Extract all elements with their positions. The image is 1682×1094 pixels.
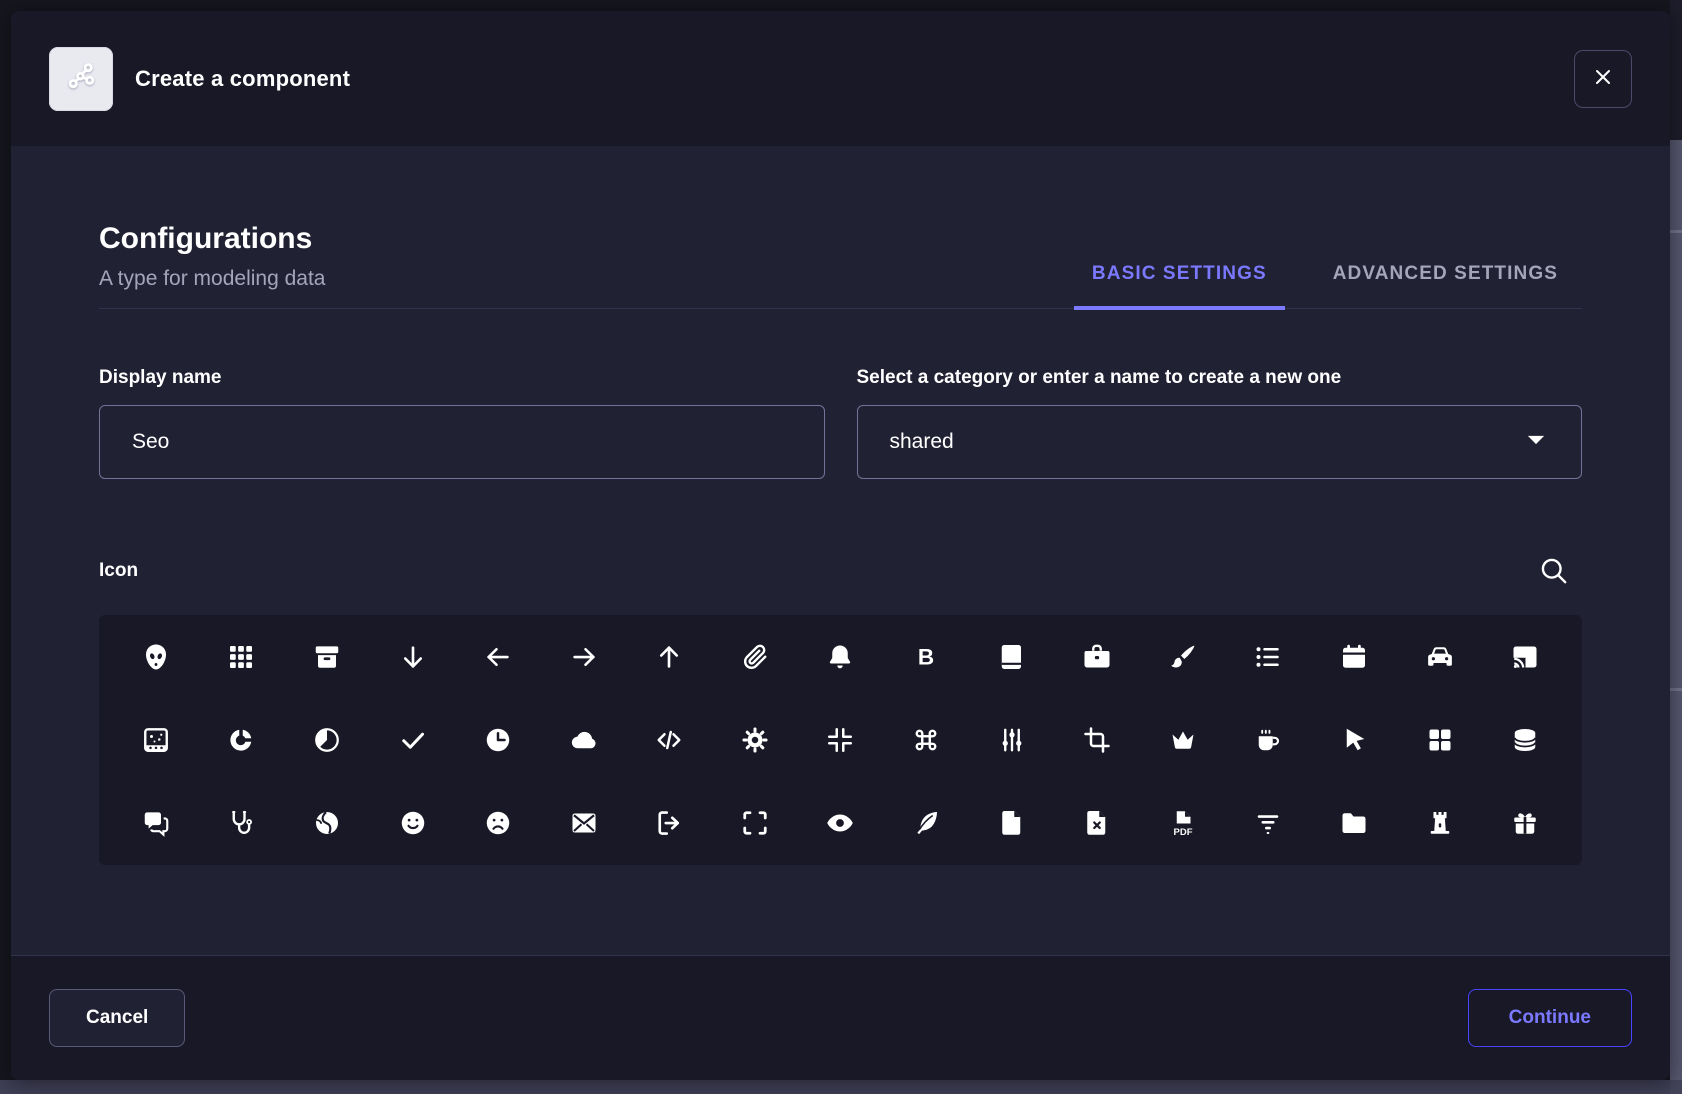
icon-feather[interactable] [904, 801, 948, 845]
icon-section-label: Icon [99, 560, 138, 582]
page-behind-right-strip [1670, 0, 1682, 1094]
icon-cloud[interactable] [562, 718, 606, 762]
modal-body: Configurations A type for modeling data … [11, 146, 1670, 955]
icon-crop[interactable] [1075, 718, 1119, 762]
category-field: Select a category or enter a name to cre… [857, 367, 1583, 479]
icon-discuss[interactable] [134, 801, 178, 845]
close-button[interactable] [1574, 50, 1632, 108]
tab-advanced-settings[interactable]: ADVANCED SETTINGS [1315, 263, 1576, 310]
icon-eye[interactable] [818, 801, 862, 845]
component-icon-tile [49, 47, 113, 111]
icon-gift[interactable] [1503, 801, 1547, 845]
component-icon [63, 58, 99, 99]
tab-basic-settings[interactable]: BASIC SETTINGS [1074, 263, 1285, 310]
icon-envelop[interactable] [562, 801, 606, 845]
svg-text:PDF: PDF [1173, 827, 1192, 838]
icon-archive[interactable] [305, 635, 349, 679]
modal-header: Create a component [11, 11, 1670, 146]
category-select-value: shared [890, 430, 1524, 454]
cancel-button[interactable]: Cancel [49, 989, 185, 1047]
icon-emotion-happy[interactable] [391, 801, 435, 845]
icon-cup[interactable] [1246, 718, 1290, 762]
section-header-row: Configurations A type for modeling data … [99, 222, 1582, 309]
category-label: Select a category or enter a name to cre… [857, 367, 1583, 389]
display-name-label: Display name [99, 367, 825, 389]
icon-arrow-right[interactable] [562, 635, 606, 679]
create-component-modal: Create a component Configurations A type… [11, 11, 1670, 1080]
icon-cast[interactable] [1503, 635, 1547, 679]
icon-bell[interactable] [818, 635, 862, 679]
icon-file-error[interactable] [1075, 801, 1119, 845]
page-subtitle: A type for modeling data [99, 264, 325, 294]
icon-folder[interactable] [1332, 801, 1376, 845]
search-icon-button[interactable] [1538, 555, 1570, 587]
icon-collapse[interactable] [818, 718, 862, 762]
icon-chart-circle[interactable] [219, 718, 263, 762]
icon-attachment[interactable] [733, 635, 777, 679]
icon-database[interactable] [1503, 718, 1547, 762]
icon-alien[interactable] [134, 635, 178, 679]
icon-chart-bubble[interactable] [134, 718, 178, 762]
chevron-down-icon [1523, 427, 1549, 458]
icon-arrow-up[interactable] [647, 635, 691, 679]
page-behind-segment [1670, 1080, 1682, 1094]
page-behind-divider [1670, 230, 1682, 233]
icon-emotion-unhappy[interactable] [476, 801, 520, 845]
page-behind-divider [1670, 688, 1682, 691]
icon-bullet-list[interactable] [1246, 635, 1290, 679]
modal-footer: Cancel Continue [11, 955, 1670, 1080]
icon-filter[interactable] [1246, 801, 1290, 845]
icon-code[interactable] [647, 718, 691, 762]
svg-text:B: B [918, 644, 934, 669]
icon-connector[interactable] [990, 718, 1034, 762]
display-name-input[interactable] [99, 405, 825, 479]
icon-briefcase[interactable] [1075, 635, 1119, 679]
icon-arrow-down[interactable] [391, 635, 435, 679]
icon-file[interactable] [990, 801, 1034, 845]
close-icon [1591, 65, 1615, 92]
icon-expand[interactable] [733, 801, 777, 845]
icon-cursor[interactable] [1332, 718, 1376, 762]
page-behind-segment [1670, 0, 1682, 140]
icon-dashboard[interactable] [1418, 718, 1462, 762]
icon-arrow-left[interactable] [476, 635, 520, 679]
icon-doctor[interactable] [219, 801, 263, 845]
icon-earth[interactable] [305, 801, 349, 845]
continue-button[interactable]: Continue [1468, 989, 1632, 1047]
modal-title: Create a component [135, 66, 350, 92]
category-select[interactable]: shared [857, 405, 1583, 479]
icon-check[interactable] [391, 718, 435, 762]
settings-tabs: BASIC SETTINGS ADVANCED SETTINGS [1074, 263, 1576, 308]
form-fields-row: Display name Select a category or enter … [99, 367, 1582, 479]
icon-apps[interactable] [219, 635, 263, 679]
icon-calendar[interactable] [1332, 635, 1376, 679]
icon-command[interactable] [904, 718, 948, 762]
icon-crown[interactable] [1161, 718, 1205, 762]
icon-chart-pie[interactable] [305, 718, 349, 762]
page-behind-bottom-strip [0, 1080, 1682, 1094]
icon-clock[interactable] [476, 718, 520, 762]
icon-car[interactable] [1418, 635, 1462, 679]
icon-book[interactable] [990, 635, 1034, 679]
display-name-field: Display name [99, 367, 825, 479]
icon-section-header: Icon [99, 555, 1582, 587]
search-icon [1538, 575, 1570, 590]
icon-file-pdf[interactable]: PDF [1161, 801, 1205, 845]
icon-fortress[interactable] [1418, 801, 1462, 845]
icon-grid: B PDF [99, 615, 1582, 865]
icon-cog[interactable] [733, 718, 777, 762]
icon-brush[interactable] [1161, 635, 1205, 679]
icon-exit[interactable] [647, 801, 691, 845]
icon-bold[interactable]: B [904, 635, 948, 679]
page-title: Configurations [99, 222, 325, 256]
